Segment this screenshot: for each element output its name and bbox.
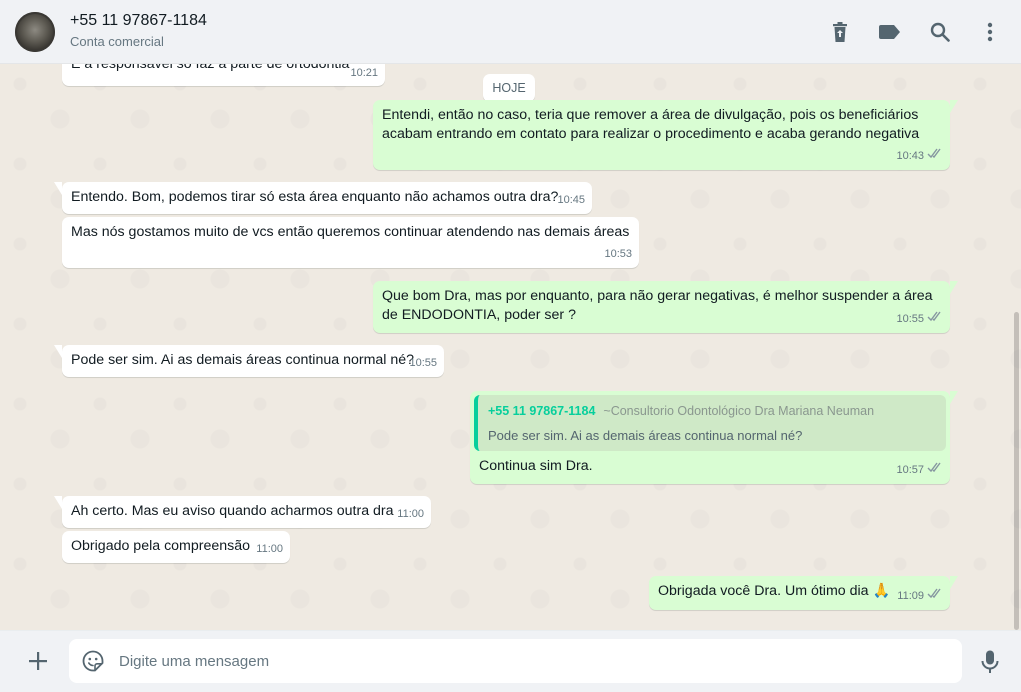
message-outgoing[interactable]: Entendi, então no caso, teria que remove…	[373, 100, 958, 170]
message-text: E a responsável só faz a parte de ortodo…	[71, 64, 350, 72]
message-incoming[interactable]: E a responsável só faz a parte de ortodo…	[62, 64, 385, 86]
contact-avatar[interactable]	[15, 12, 55, 52]
double-check-icon	[927, 147, 943, 166]
message-text: Obrigado pela compreensão	[71, 538, 251, 554]
message-list[interactable]: E a responsável só faz a parte de ortodo…	[0, 64, 1021, 630]
double-check-icon	[927, 461, 943, 480]
contact-name[interactable]: +55 11 97867-1184	[70, 12, 207, 30]
quoted-message[interactable]: +55 11 97867-1184 ~Consultorio Odontológi…	[474, 395, 946, 451]
message-text: Pode ser sim. Ai as demais áreas continu…	[71, 352, 415, 368]
chat-scrollbar[interactable]	[1014, 312, 1019, 630]
message-time: 10:55	[409, 357, 437, 369]
message-time: 11:09	[897, 590, 924, 602]
delete-icon[interactable]	[826, 18, 854, 46]
message-input-box[interactable]	[69, 639, 962, 683]
message-incoming[interactable]: Ah certo. Mas eu aviso quando acharmos o…	[54, 496, 431, 528]
message-time: 10:21	[350, 67, 378, 79]
message-time: 11:00	[256, 543, 283, 555]
more-options-icon[interactable]	[976, 18, 1004, 46]
composer	[0, 630, 1021, 692]
message-input[interactable]	[119, 639, 949, 683]
message-text: Que bom Dra, mas por enquanto, para não …	[382, 288, 933, 323]
message-incoming[interactable]: Pode ser sim. Ai as demais áreas continu…	[54, 345, 444, 377]
double-check-icon	[927, 310, 943, 329]
message-time: 10:57	[896, 464, 924, 476]
message-outgoing-reply[interactable]: +55 11 97867-1184 ~Consultorio Odontológi…	[470, 391, 958, 484]
message-text: Mas nós gostamos muito de vcs então quer…	[71, 224, 630, 240]
attach-plus-icon[interactable]	[24, 647, 52, 675]
microphone-icon[interactable]	[976, 647, 1004, 677]
message-time: 10:45	[557, 194, 585, 206]
quote-author: +55 11 97867-1184	[488, 404, 596, 418]
message-time: 10:43	[896, 150, 924, 162]
message-time: 10:53	[604, 248, 632, 260]
message-outgoing[interactable]: Que bom Dra, mas por enquanto, para não …	[373, 281, 958, 333]
quote-text: Pode ser sim. Ai as demais áreas continu…	[488, 428, 803, 443]
quote-pushname: ~Consultorio Odontológico Dra Mariana Ne…	[603, 404, 875, 418]
chat-header: +55 11 97867-1184 Conta comercial	[0, 0, 1021, 64]
contact-subtitle: Conta comercial	[70, 34, 164, 49]
message-text: Continua sim Dra.	[479, 458, 593, 474]
search-icon[interactable]	[926, 18, 954, 46]
date-divider: HOJE	[483, 74, 535, 102]
message-incoming[interactable]: Mas nós gostamos muito de vcs então quer…	[62, 217, 639, 268]
message-incoming[interactable]: Obrigado pela compreensão 11:00	[62, 531, 290, 563]
message-time: 10:55	[896, 313, 924, 325]
double-check-icon	[927, 587, 943, 606]
message-text: Entendo. Bom, podemos tirar só esta área…	[71, 189, 559, 205]
label-icon[interactable]	[876, 18, 904, 46]
message-outgoing[interactable]: Obrigada você Dra. Um ótimo dia 🙏 11:09	[649, 576, 958, 610]
message-text: Ah certo. Mas eu aviso quando acharmos o…	[71, 503, 394, 519]
message-text: Entendi, então no caso, teria que remove…	[382, 107, 920, 142]
message-incoming[interactable]: Entendo. Bom, podemos tirar só esta área…	[54, 182, 592, 214]
message-time: 11:00	[397, 508, 424, 520]
sticker-icon[interactable]	[81, 649, 105, 673]
